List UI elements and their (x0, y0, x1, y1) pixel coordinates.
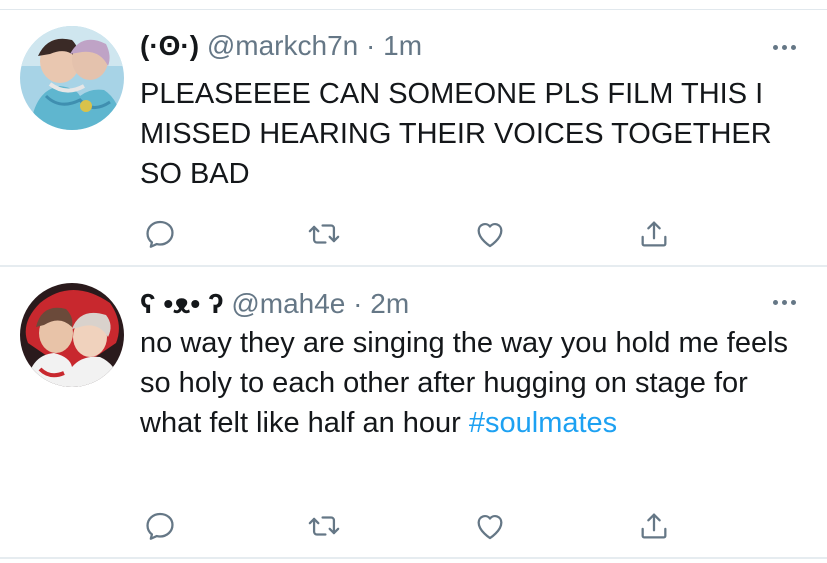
more-dot (781, 299, 787, 305)
reply-button[interactable] (140, 214, 180, 254)
reply-icon (146, 220, 174, 248)
tweet[interactable]: (·ʘ·) @markch7n · 1m PLEASEEEE CAN SOMEO… (0, 10, 827, 267)
like-icon (477, 223, 503, 248)
more-options-icon[interactable] (769, 295, 799, 309)
like-icon (477, 515, 503, 540)
reply-icon (146, 512, 174, 540)
more-dot (772, 299, 778, 305)
more-dot (790, 299, 796, 305)
like-button[interactable] (470, 506, 510, 546)
retweet-icon (308, 516, 340, 536)
like-button[interactable] (470, 214, 510, 254)
separator-dot: · (366, 30, 376, 61)
share-icon (641, 221, 667, 247)
top-divider (0, 0, 827, 10)
more-dot (781, 44, 787, 50)
separator-dot: · (353, 288, 363, 319)
share-icon (641, 513, 667, 539)
tweet-text-content: no way they are singing the way you hold… (140, 327, 789, 439)
retweet-icon (308, 224, 340, 244)
avatar-photo-icon (20, 26, 124, 130)
tweet-header: (·ʘ·) @markch7n · 1m (140, 26, 422, 66)
avatar-photo-icon (20, 283, 124, 387)
tweet-text: no way they are singing the way you hold… (140, 323, 800, 443)
display-name[interactable]: (·ʘ·) (140, 30, 199, 61)
display-name[interactable]: ʕ •ᴥ• ʔ (140, 288, 224, 319)
tweet-actions (140, 214, 680, 254)
share-button[interactable] (634, 214, 674, 254)
hashtag-link[interactable]: #soulmates (469, 407, 617, 439)
tweet-header: ʕ •ᴥ• ʔ @mah4e · 2m (140, 284, 409, 324)
tweet-actions (140, 506, 680, 546)
more-dot (790, 44, 796, 50)
user-handle[interactable]: @markch7n (207, 30, 358, 61)
tweet[interactable]: ʕ •ᴥ• ʔ @mah4e · 2m no way they are sing… (0, 267, 827, 559)
tweet-text-content: PLEASEEEE CAN SOMEONE PLS FILM THIS I MI… (140, 78, 772, 190)
retweet-button[interactable] (304, 506, 344, 546)
more-options-icon[interactable] (769, 40, 799, 54)
more-dot (772, 44, 778, 50)
user-handle[interactable]: @mah4e (231, 288, 345, 319)
avatar[interactable] (20, 26, 124, 130)
avatar[interactable] (20, 283, 124, 387)
timestamp[interactable]: 2m (370, 288, 409, 319)
tweet-text: PLEASEEEE CAN SOMEONE PLS FILM THIS I MI… (140, 74, 800, 194)
timestamp[interactable]: 1m (383, 30, 422, 61)
retweet-button[interactable] (304, 214, 344, 254)
share-button[interactable] (634, 506, 674, 546)
reply-button[interactable] (140, 506, 180, 546)
